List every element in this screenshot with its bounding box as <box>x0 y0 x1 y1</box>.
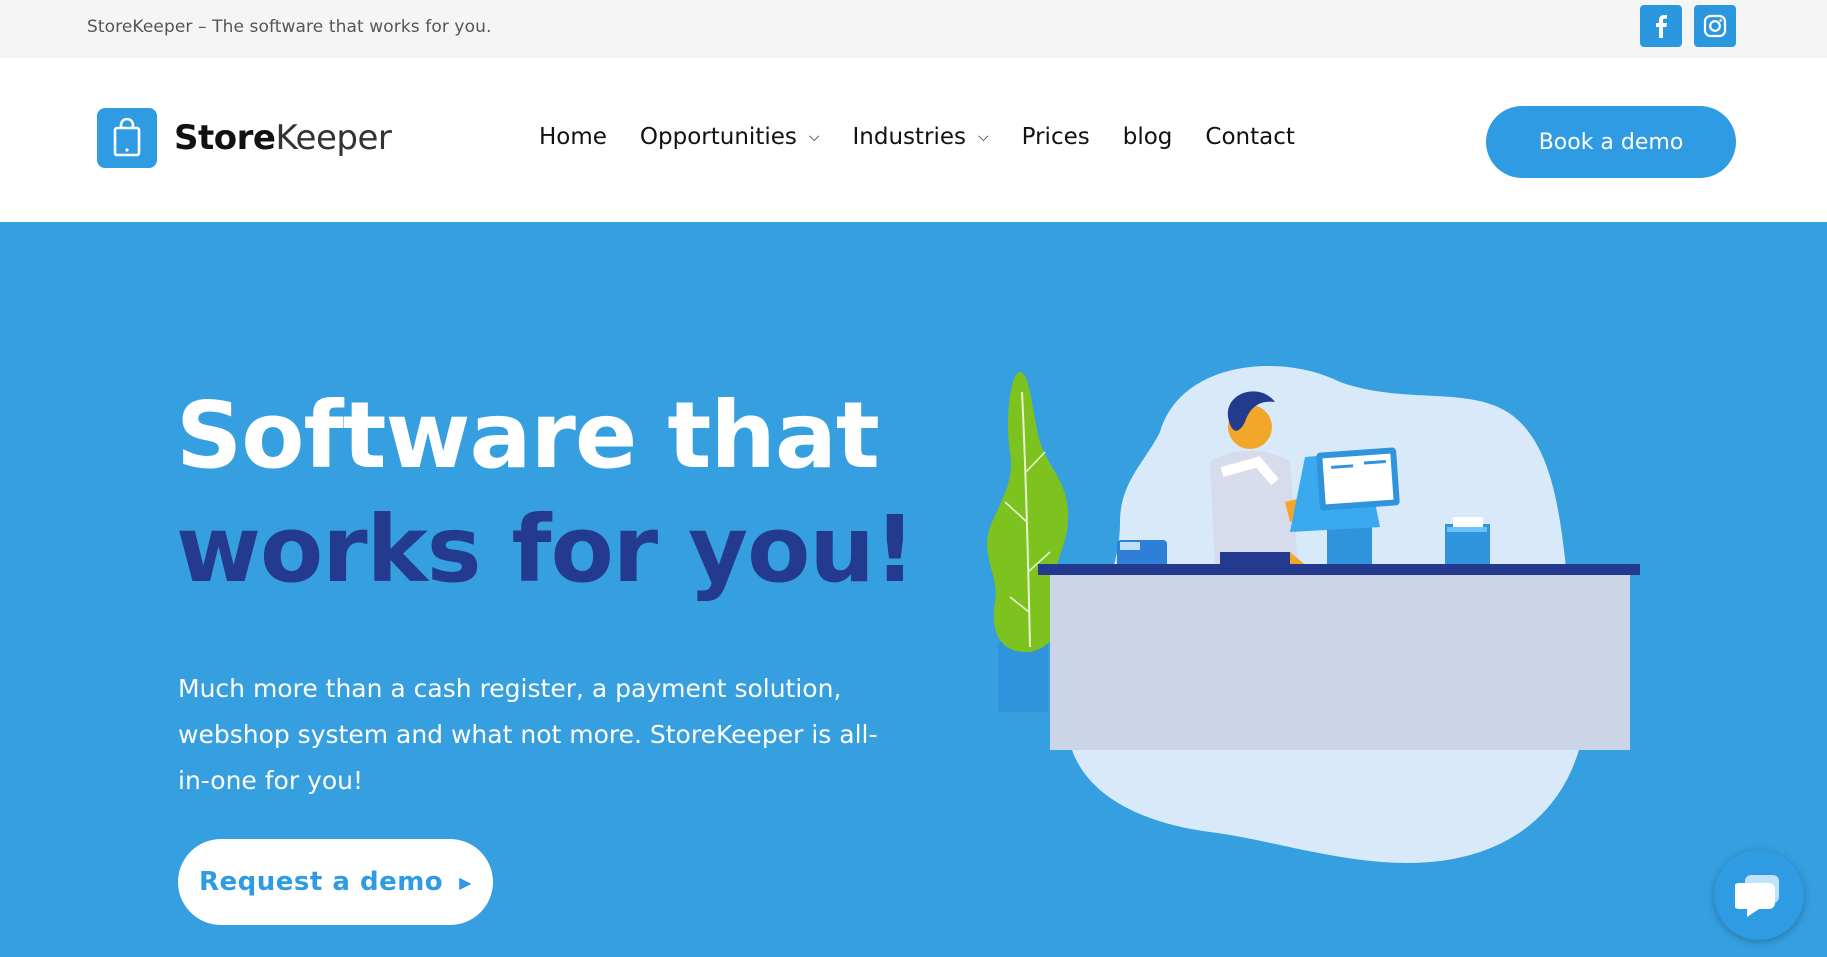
nav-item-prices[interactable]: Prices <box>1022 124 1090 150</box>
chevron-down-icon: ⌵ <box>808 129 820 145</box>
cashier-illustration <box>987 366 1640 863</box>
receipt-printer <box>1445 517 1490 567</box>
tagline: StoreKeeper – The software that works fo… <box>87 17 492 37</box>
hero-title-line2: works for you! <box>176 496 916 603</box>
chat-bubble-icon <box>1735 875 1779 917</box>
logo-text-light: Keeper <box>275 118 392 158</box>
nav-item-blog[interactable]: blog <box>1123 124 1173 150</box>
chevron-down-icon: ⌵ <box>978 129 989 145</box>
shopping-bag-icon <box>97 108 157 168</box>
logo-text: StoreKeeper <box>174 118 392 158</box>
nav-label: Prices <box>1021 124 1090 150</box>
facebook-icon <box>1656 15 1667 38</box>
nav-label: Industries <box>852 124 967 150</box>
book-demo-button[interactable]: Book a demo <box>1486 106 1736 178</box>
nav-label: blog <box>1122 124 1173 150</box>
instagram-icon <box>1703 14 1727 38</box>
chat-widget-button[interactable] <box>1714 850 1804 940</box>
top-bar: StoreKeeper – The software that works fo… <box>0 0 1827 58</box>
hero-section: Software that works for you! Much more t… <box>0 222 1827 957</box>
nav-label: Home <box>539 124 607 150</box>
nav-item-home[interactable]: Home <box>539 124 607 150</box>
facebook-link[interactable] <box>1640 5 1682 47</box>
hero-title-line1: Software that <box>176 382 880 489</box>
main-nav: Home Opportunities ⌵ Industries ⌵ Prices b… <box>539 124 1295 150</box>
counter-desk <box>1038 564 1640 750</box>
logo-link[interactable]: StoreKeeper <box>97 108 392 168</box>
site-header: StoreKeeper Home Opportunities ⌵ Industri… <box>0 58 1827 222</box>
nav-label: Contact <box>1205 124 1295 150</box>
arrow-right-icon: ▶ <box>459 872 472 892</box>
nav-label: Opportunities <box>639 124 797 150</box>
nav-item-opportunities[interactable]: Opportunities ⌵ <box>640 124 820 150</box>
nav-item-contact[interactable]: Contact <box>1205 124 1294 150</box>
request-demo-label: Request a demo <box>199 867 444 897</box>
instagram-link[interactable] <box>1694 5 1736 47</box>
nav-item-industries[interactable]: Industries ⌵ <box>852 124 988 150</box>
logo-text-bold: Store <box>174 118 276 158</box>
hero-description: Much more than a cash register, a paymen… <box>178 674 878 795</box>
request-demo-button[interactable]: Request a demo ▶ <box>178 839 493 925</box>
